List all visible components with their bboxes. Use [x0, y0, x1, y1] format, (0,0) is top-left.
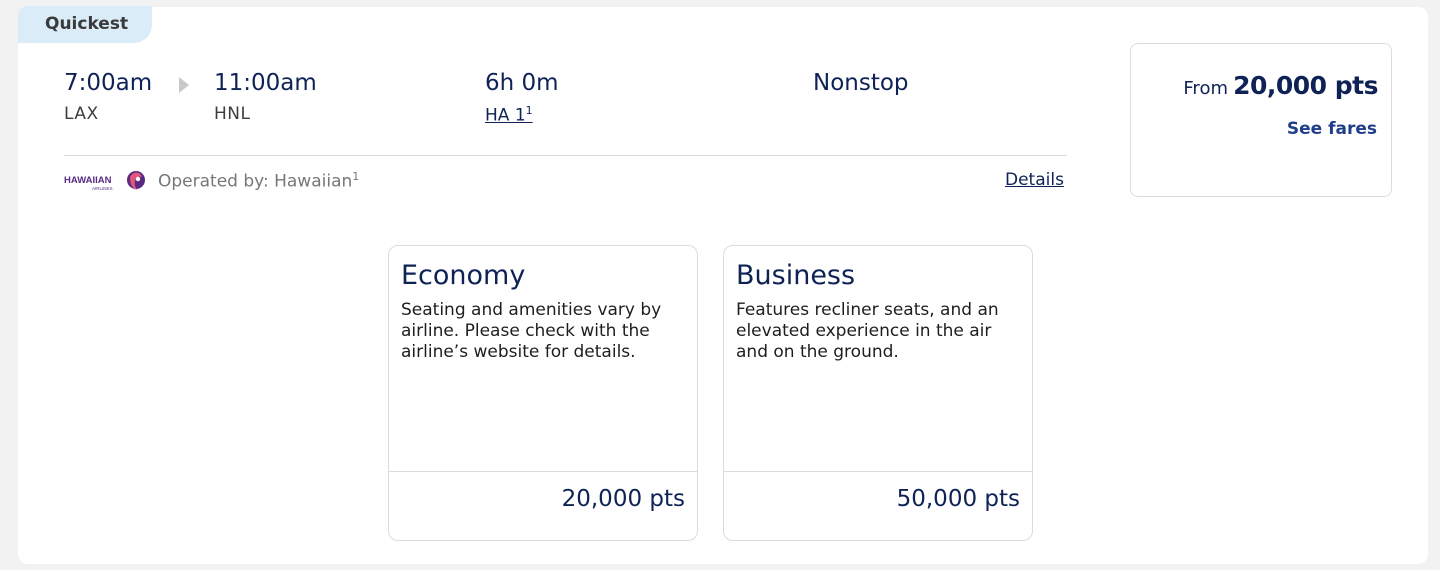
departure-airport: LAX — [64, 104, 99, 124]
flight-number-text: HA 1 — [485, 105, 526, 126]
see-fares-button[interactable]: See fares — [1287, 119, 1377, 139]
operated-by-text: Operated by: Hawaiian — [158, 171, 353, 192]
flight-duration: 6h 0m — [485, 70, 559, 96]
operator-footnote: 1 — [352, 170, 360, 183]
details-link[interactable]: Details — [1005, 170, 1064, 190]
fare-card-economy[interactable]: Economy Seating and amenities vary by ai… — [388, 245, 698, 541]
fare-card-business[interactable]: Business Features recliner seats, and an… — [723, 245, 1033, 541]
fare-description: Features recliner seats, and an elevated… — [736, 300, 999, 362]
arrow-right-icon — [179, 77, 189, 93]
arrival-airport: HNL — [214, 104, 251, 124]
quickest-badge: Quickest — [18, 6, 152, 43]
departure-time: 7:00am — [64, 70, 153, 96]
stops-label: Nonstop — [813, 70, 909, 96]
flight-footnote: 1 — [525, 104, 533, 117]
fare-description: Seating and amenities vary by airline. P… — [401, 300, 662, 362]
fare-title: Economy — [401, 260, 526, 291]
arrival-time: 11:00am — [214, 70, 317, 96]
fare-price: 20,000 pts — [561, 486, 685, 512]
from-label: From — [1183, 78, 1228, 99]
from-points: 20,000 pts — [1233, 71, 1378, 100]
from-price: From 20,000 pts — [1183, 71, 1378, 100]
fare-divider — [389, 471, 697, 472]
fare-divider — [724, 471, 1032, 472]
logo-text: HAWAIIAN — [64, 175, 112, 186]
fare-title: Business — [736, 260, 856, 291]
divider — [64, 155, 1067, 156]
price-summary-box[interactable]: From 20,000 pts See fares — [1130, 43, 1392, 197]
flight-number-link[interactable]: HA 11 — [485, 104, 533, 126]
fare-price: 50,000 pts — [896, 486, 1020, 512]
logo-subtext: AIRLINES. — [92, 186, 114, 191]
hawaiian-airlines-logo: HAWAIIAN AIRLINES. — [64, 168, 146, 194]
operated-by-label: Operated by: Hawaiian1 — [158, 170, 359, 192]
